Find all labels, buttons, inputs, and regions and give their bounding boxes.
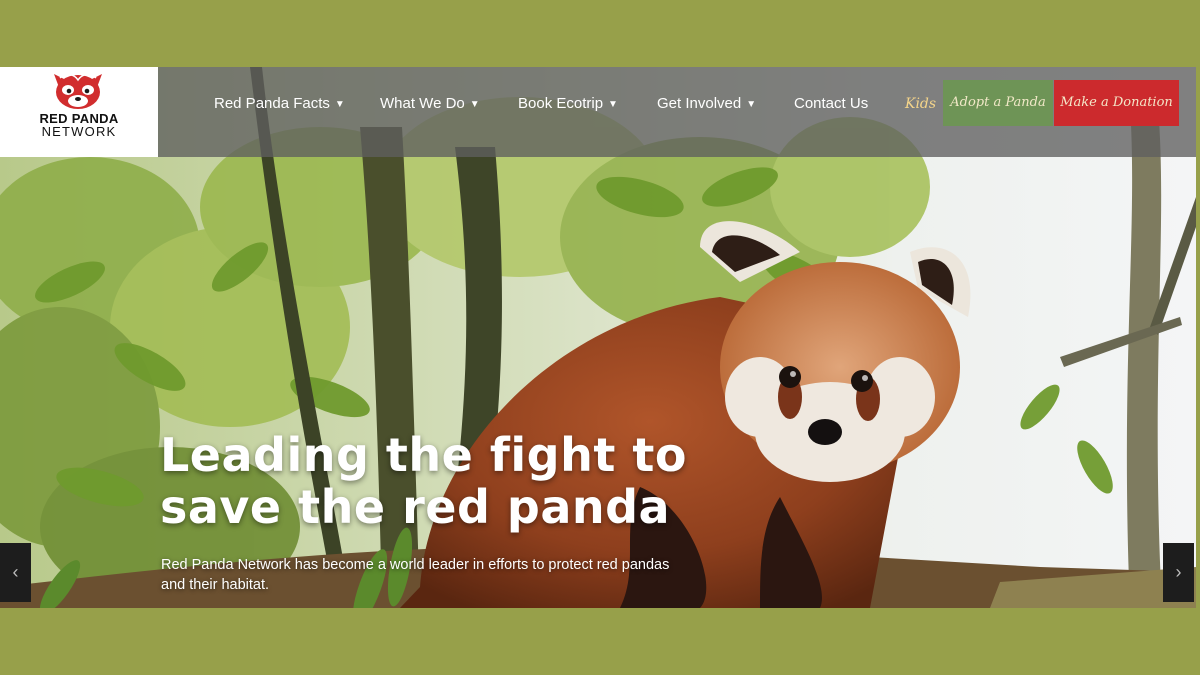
slider-next-button[interactable]: › (1163, 543, 1194, 602)
caret-down-icon: ▼ (334, 99, 345, 110)
nav-label: Red Panda Facts (214, 95, 330, 112)
logo[interactable]: RED PANDA NETWORK (0, 67, 158, 157)
hero-title-line1: Leading the fight to (160, 428, 687, 482)
nav-kids-link[interactable]: Kids (905, 67, 936, 141)
site-header: RED PANDA NETWORK Red Panda Facts ▼ What … (0, 67, 1196, 157)
caret-down-icon: ▼ (608, 99, 618, 110)
chevron-right-icon: › (1175, 562, 1182, 582)
nav-label: Get Involved (657, 95, 742, 112)
nav-book-ecotrip[interactable]: Book Ecotrip ▼ (518, 67, 618, 141)
hero-title: Leading the fight to save the red panda (160, 429, 720, 533)
nav-red-panda-facts[interactable]: Red Panda Facts ▼ (214, 67, 345, 141)
caret-down-icon: ▼ (469, 99, 480, 110)
hero-title-line2: save the red panda (160, 480, 671, 534)
make-a-donation-button[interactable]: Make a Donation (1054, 80, 1179, 126)
red-panda-face-icon (54, 73, 102, 109)
nav-label: What We Do (380, 95, 465, 112)
nav-label: Contact Us (794, 95, 869, 112)
slider-prev-button[interactable]: ‹ (0, 543, 31, 602)
website-frame: RED PANDA NETWORK Red Panda Facts ▼ What … (0, 67, 1196, 608)
logo-text-line2: NETWORK (41, 124, 117, 139)
nav-get-involved[interactable]: Get Involved ▼ (657, 67, 756, 141)
nav-contact-us[interactable]: Contact Us (794, 67, 868, 141)
nav-what-we-do[interactable]: What We Do ▼ (380, 67, 480, 141)
hero-subtitle: Red Panda Network has become a world lea… (161, 557, 670, 593)
chevron-left-icon: ‹ (12, 562, 19, 582)
adopt-a-panda-button[interactable]: Adopt a Panda (943, 80, 1053, 126)
caret-down-icon: ▼ (746, 99, 757, 110)
nav-label: Book Ecotrip (518, 95, 604, 112)
